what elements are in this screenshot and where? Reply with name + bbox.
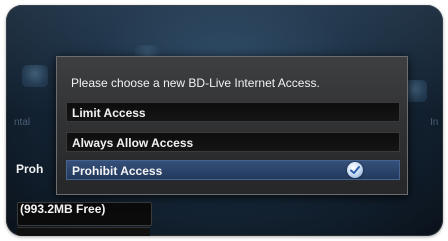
right-menu-label: In [430,117,439,128]
left-menu-label: ntal [14,117,31,128]
option-label: Prohibit Access [72,164,163,178]
option-label: Always Allow Access [72,136,194,150]
option-limit-access[interactable]: Limit Access [66,102,400,122]
storage-free-label: (993.2MB Free) [20,202,106,216]
option-prohibit-access[interactable]: Prohibit Access [66,160,400,180]
option-always-allow-access[interactable]: Always Allow Access [66,132,400,152]
network-menu-icon [22,65,48,87]
dialog-title: Please choose a new BD-Live Internet Acc… [71,76,320,90]
storage-sub-box [17,227,150,236]
current-setting-value: Proh [16,162,44,176]
option-label: Limit Access [72,106,146,120]
bd-live-settings-screen: ntal In Proh (993.2MB Free) Please choos… [6,5,443,236]
bd-live-access-dialog: Please choose a new BD-Live Internet Acc… [56,56,408,195]
check-circle-icon [347,162,363,178]
